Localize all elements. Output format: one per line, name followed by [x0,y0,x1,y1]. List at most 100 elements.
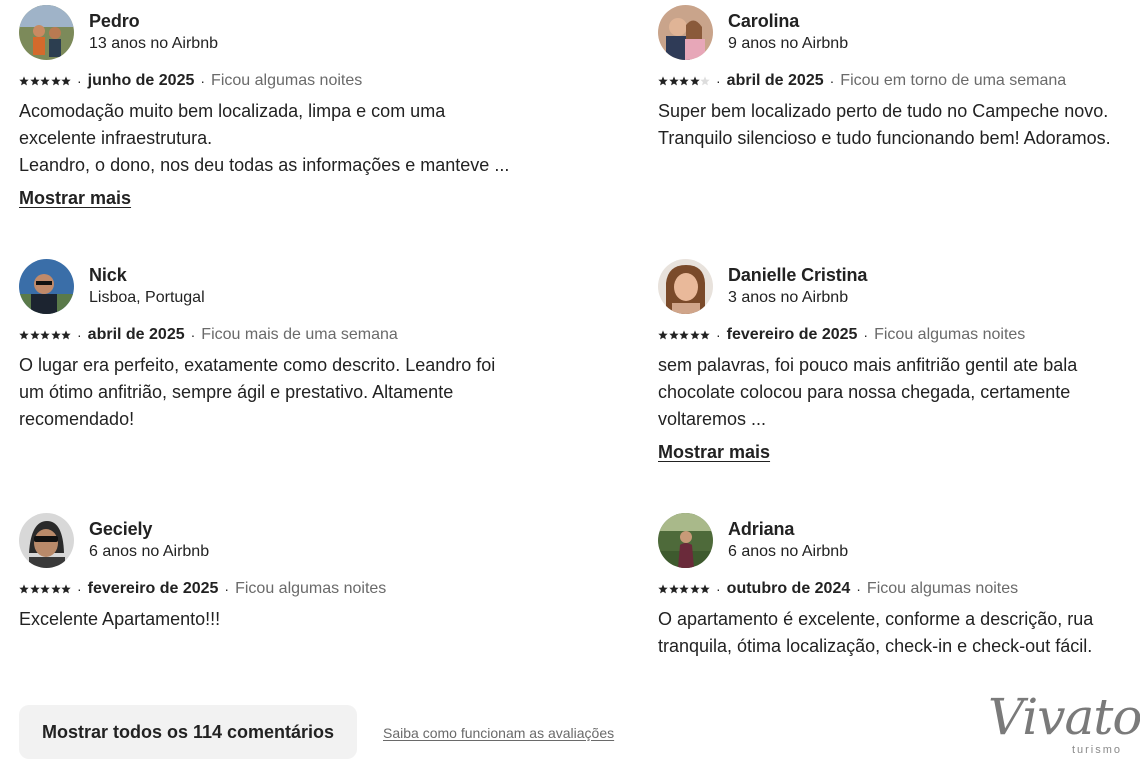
review-header: Danielle Cristina 3 anos no Airbnb [658,258,1138,314]
star-icon [679,330,689,340]
avatar[interactable] [658,512,713,568]
separator: · [716,73,721,89]
stay-length: Ficou algumas noites [235,580,387,597]
star-icon [700,584,710,594]
how-reviews-work-link[interactable]: Saiba como funcionam as avaliações [383,725,614,741]
stay-length: Ficou mais de uma semana [201,326,398,343]
separator: · [856,581,861,597]
review-meta: · fevereiro de 2025 · Ficou algumas noit… [19,579,539,599]
reviewer-name: Pedro [89,10,140,31]
show-more-link[interactable]: Mostrar mais [19,188,131,209]
star-icon [61,76,71,86]
review-header: Geciely 6 anos no Airbnb [19,512,539,568]
star-icon [658,330,668,340]
avatar[interactable] [19,4,74,60]
review-card: Geciely 6 anos no Airbnb · fevereiro de … [19,512,539,633]
review-header: Pedro 13 anos no Airbnb [19,4,539,60]
review-date: outubro de 2024 [726,580,851,597]
separator: · [77,73,82,89]
show-all-reviews-button[interactable]: Mostrar todos os 114 comentários [19,705,357,759]
brand-name: Vivato [988,688,1140,746]
review-text: sem palavras, foi pouco mais anfitrião g… [658,355,1078,429]
review-card: Danielle Cristina 3 anos no Airbnb · fev… [658,258,1138,463]
star-rating [19,76,71,86]
star-icon [668,584,679,594]
reviewer-subtitle: 6 anos no Airbnb [89,542,210,560]
star-rating [658,76,710,86]
star-icon [19,76,29,86]
separator: · [863,327,869,343]
review-meta: · abril de 2025 · Ficou mais de uma sema… [19,325,539,345]
review-header: Nick Lisboa, Portugal [19,258,539,314]
review-text: O lugar era perfeito, exatamente como de… [19,355,496,429]
review-meta: · outubro de 2024 · Ficou algumas noites [658,579,1138,599]
star-icon [700,330,710,340]
reviewer-name: Geciely [89,518,153,539]
star-icon [19,584,29,594]
review-card: Adriana 6 anos no Airbnb · outubro de 20… [658,512,1138,660]
star-icon [668,330,679,340]
review-card: Carolina 9 anos no Airbnb · abril de 202… [658,4,1138,152]
separator: · [716,327,721,343]
reviewer-info: Geciely 6 anos no Airbnb [89,518,209,563]
stay-length: Ficou algumas noites [211,72,363,89]
avatar[interactable] [658,4,713,60]
avatar[interactable] [658,258,713,314]
review-text: O apartamento é excelente, conforme a de… [658,609,1094,656]
star-rating [658,584,710,594]
star-icon [668,76,679,86]
star-icon [50,584,61,594]
review-date: abril de 2025 [726,72,824,89]
review-text: Acomodação muito bem localizada, limpa e… [19,101,510,175]
reviewer-name: Danielle Cristina [728,264,868,285]
reviewer-info: Nick Lisboa, Portugal [89,264,205,309]
star-icon [50,330,61,340]
brand-tagline: turismo [1071,744,1122,756]
stay-length: Ficou algumas noites [874,326,1026,343]
reviewer-info: Pedro 13 anos no Airbnb [89,10,218,55]
review-meta: · junho de 2025 · Ficou algumas noites [19,71,539,91]
star-icon [40,584,50,594]
star-icon [689,584,700,594]
avatar[interactable] [19,512,74,568]
separator: · [77,581,82,597]
reviewer-name: Nick [89,264,127,285]
review-text: Excelente Apartamento!!! [19,609,221,629]
star-icon [50,76,61,86]
review-date: junho de 2025 [87,72,195,89]
reviewer-info: Adriana 6 anos no Airbnb [728,518,848,563]
star-icon [679,76,689,86]
separator: · [224,581,230,597]
star-icon [29,330,40,340]
review-date: fevereiro de 2025 [87,580,219,597]
review-header: Carolina 9 anos no Airbnb [658,4,1138,60]
reviewer-info: Danielle Cristina 3 anos no Airbnb [728,264,867,309]
show-more-link[interactable]: Mostrar mais [658,442,770,463]
avatar[interactable] [19,258,74,314]
star-rating [19,330,71,340]
separator: · [200,73,206,89]
review-meta: · abril de 2025 · Ficou em torno de uma … [658,71,1138,91]
star-icon [40,76,50,86]
review-date: abril de 2025 [87,326,185,343]
star-rating [658,330,710,340]
review-text: Super bem localizado perto de tudo no Ca… [658,101,1111,148]
star-icon [61,330,71,340]
stay-length: Ficou algumas noites [866,580,1019,597]
review-meta: · fevereiro de 2025 · Ficou algumas noit… [658,325,1138,345]
review-card: Pedro 13 anos no Airbnb · junho de 2025 … [19,4,539,209]
star-rating [19,584,71,594]
reviewer-subtitle: 3 anos no Airbnb [728,288,849,306]
reviewer-subtitle: Lisboa, Portugal [89,288,205,306]
star-icon [679,584,689,594]
star-icon [40,330,50,340]
star-icon [19,330,29,340]
star-icon [689,76,700,86]
brand-watermark: Vivato turismo [988,682,1140,760]
separator: · [190,327,196,343]
star-icon [61,584,71,594]
reviewer-subtitle: 13 anos no Airbnb [89,34,218,52]
star-icon [658,584,668,594]
star-icon [29,584,40,594]
review-card: Nick Lisboa, Portugal · abril de 2025 · … [19,258,539,433]
